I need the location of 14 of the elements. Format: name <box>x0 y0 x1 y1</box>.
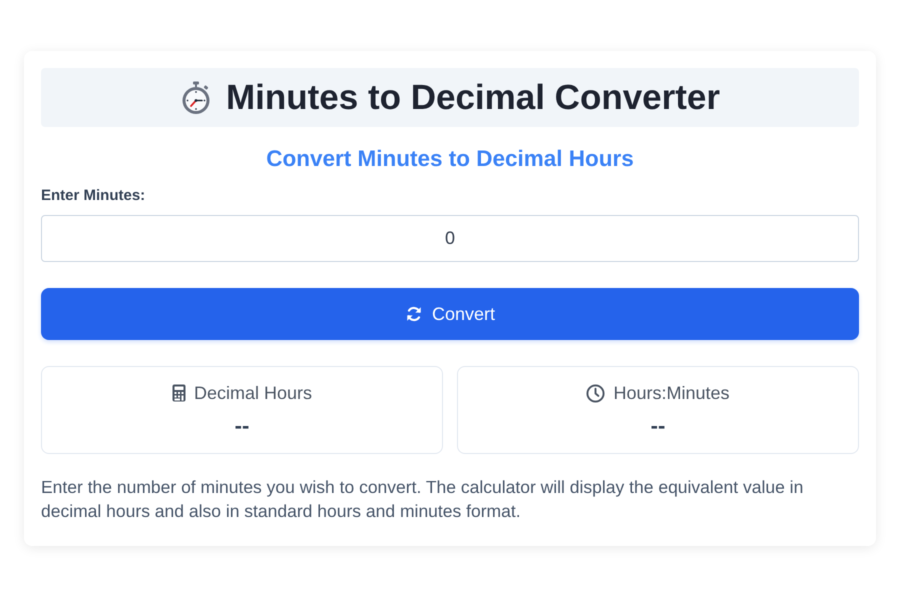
subtitle: Convert Minutes to Decimal Hours <box>265 145 635 173</box>
result-value: -- <box>234 412 250 440</box>
description-text: Enter the number of minutes you wish to convert. The calculator will display the equivalent value in decimal hours and also in standard hours and minutes format. <box>41 476 804 523</box>
stopwatch-icon <box>180 80 212 114</box>
refresh-icon <box>404 305 423 323</box>
clock-icon <box>586 384 606 402</box>
minutes-input-field[interactable]: 0 <box>41 215 859 262</box>
result-value: -- <box>650 412 666 440</box>
page-title: Minutes to Decimal Converter <box>226 76 720 118</box>
result-label: Hours:Minutes <box>613 382 730 405</box>
result-label: Decimal Hours <box>194 382 312 405</box>
field-label: Enter Minutes: <box>41 186 146 206</box>
convert-button[interactable]: Convert <box>41 288 859 340</box>
calculator-icon <box>172 384 186 402</box>
